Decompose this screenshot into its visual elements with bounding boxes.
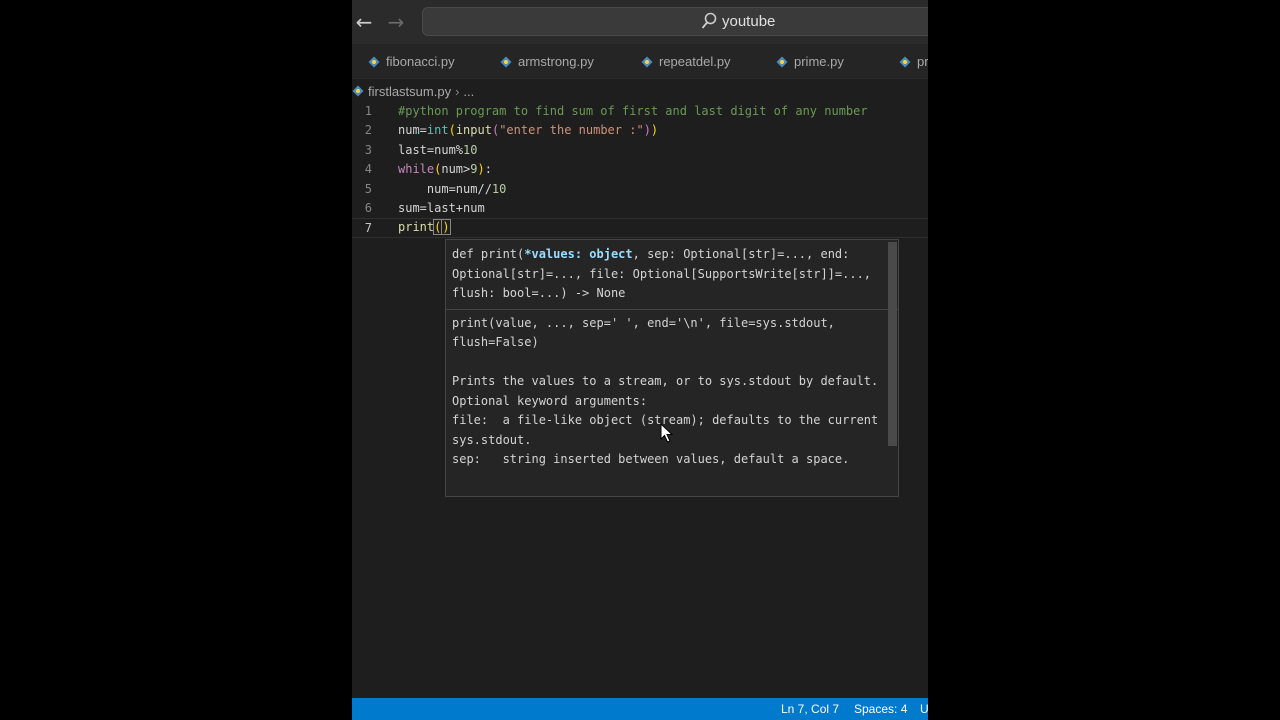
code-text: print()	[398, 219, 451, 236]
tab-label: fibonacci.py	[386, 54, 455, 69]
chevron-right-icon: ›	[455, 83, 460, 99]
popup-scrollbar[interactable]	[888, 242, 897, 446]
code-text: while(num>9):	[398, 162, 492, 177]
code-line[interactable]: 1 #python program to find sum of first a…	[352, 101, 928, 121]
tab-prime[interactable]: prime.py	[776, 44, 844, 79]
line-number: 2	[364, 123, 372, 138]
encoding[interactable]: U	[920, 702, 928, 716]
code-text: last=num%10	[398, 142, 478, 157]
code-text: num=num//10	[398, 181, 507, 196]
tab-label: repeatdel.py	[659, 54, 731, 69]
signature-text: def print(*values: object, sep: Optional…	[446, 240, 898, 310]
forward-arrow-icon[interactable]: →	[384, 8, 408, 36]
python-file-icon	[776, 56, 788, 67]
cursor-position[interactable]: Ln 7, Col 7	[781, 702, 839, 716]
breadcrumb: firstlastsum.py › ...	[352, 80, 928, 102]
tab-label: armstrong.py	[518, 54, 594, 69]
breadcrumb-file[interactable]: firstlastsum.py	[368, 84, 451, 99]
code-line[interactable]: 3 last=num%10	[352, 140, 928, 160]
tab-armstrong[interactable]: armstrong.py	[500, 44, 594, 79]
code-line[interactable]: 5 num=num//10	[352, 179, 928, 199]
line-number: 6	[364, 201, 372, 216]
tab-partial[interactable]: pr	[899, 44, 928, 79]
active-parameter: *values: object	[524, 247, 633, 261]
line-number: 5	[364, 181, 372, 196]
back-arrow-icon[interactable]: ←	[352, 8, 376, 36]
search-text[interactable]: youtube	[722, 13, 775, 30]
python-file-icon	[899, 56, 911, 67]
status-bar: Ln 7, Col 7 Spaces: 4 U	[352, 698, 928, 720]
tab-fibonacci[interactable]: fibonacci.py	[368, 44, 455, 79]
line-number: 3	[364, 142, 372, 157]
tab-label: pr	[917, 54, 928, 69]
tab-label: prime.py	[794, 54, 844, 69]
signature-prefix: def print(	[452, 247, 525, 261]
line-number: 7	[364, 220, 372, 235]
python-file-icon	[368, 56, 380, 67]
command-center-search[interactable]	[422, 7, 928, 36]
python-file-icon	[641, 56, 653, 67]
indentation-setting[interactable]: Spaces: 4	[854, 702, 907, 716]
code-line[interactable]: 6 sum=last+num	[352, 199, 928, 219]
signature-help-popup[interactable]: def print(*values: object, sep: Optional…	[445, 239, 899, 497]
search-icon	[701, 12, 717, 29]
code-editor[interactable]: 1 #python program to find sum of first a…	[352, 101, 928, 697]
code-line-current[interactable]: 7 print()	[352, 218, 928, 238]
code-text: sum=last+num	[398, 201, 485, 216]
mouse-pointer-icon	[660, 423, 674, 443]
code-text: #python program to find sum of first and…	[398, 103, 868, 118]
tab-bar: fibonacci.py armstrong.py repeatdel.py p…	[352, 44, 928, 79]
line-number: 1	[364, 103, 372, 118]
code-text: num=int(input("enter the number :"))	[398, 123, 659, 138]
vscode-window: ← → youtube fibonacci.py armstrong.py re…	[352, 0, 928, 720]
code-line[interactable]: 2 num=int(input("enter the number :"))	[352, 121, 928, 141]
code-line[interactable]: 4 while(num>9):	[352, 160, 928, 180]
breadcrumb-ellipsis[interactable]: ...	[463, 84, 474, 99]
title-bar: ← → youtube	[352, 0, 928, 44]
tab-repeatdel[interactable]: repeatdel.py	[641, 44, 731, 79]
python-file-icon	[500, 56, 512, 67]
python-file-icon	[352, 85, 364, 97]
line-number: 4	[364, 162, 372, 177]
docstring-text: print(value, ..., sep=' ', end='\n', fil…	[452, 315, 879, 467]
